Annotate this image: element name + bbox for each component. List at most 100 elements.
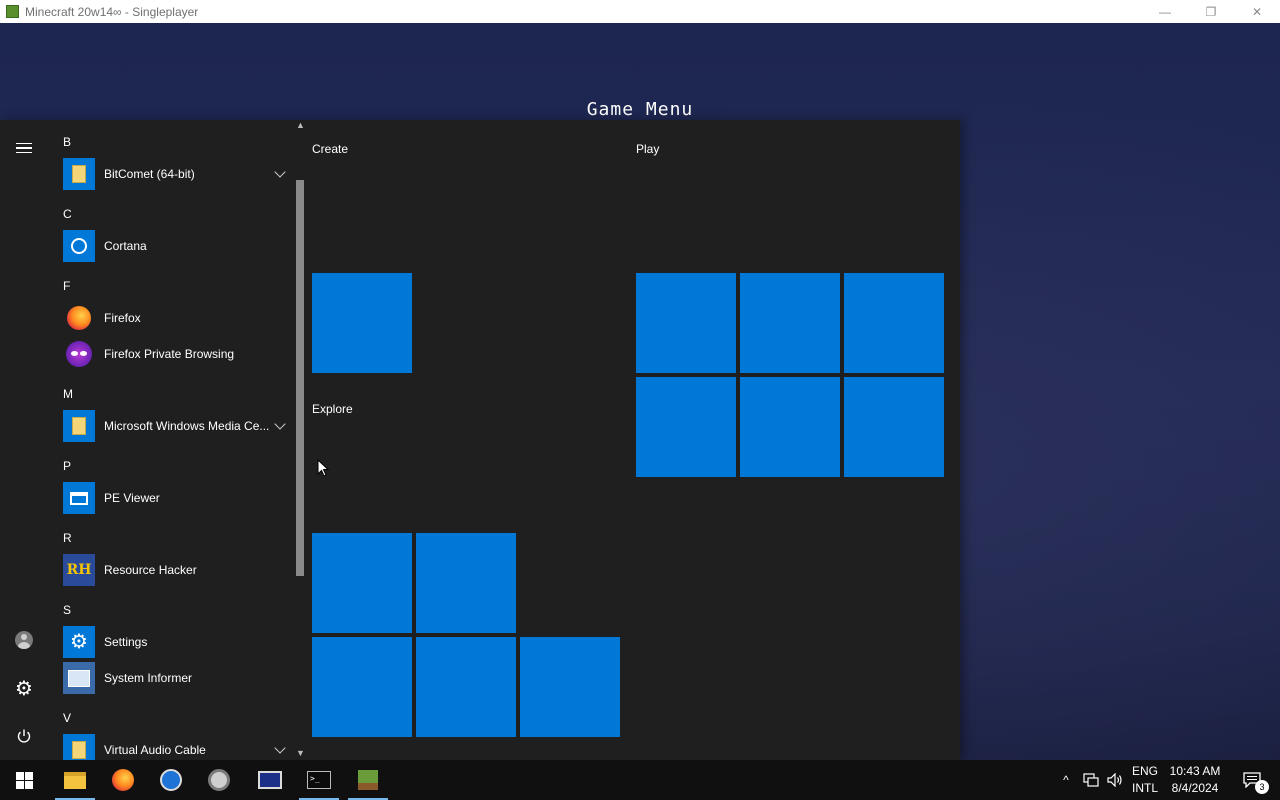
app-firefox[interactable]: Firefox — [63, 301, 294, 335]
tray-overflow-chevron-icon[interactable]: ^ — [1056, 760, 1076, 800]
tile[interactable] — [416, 533, 516, 633]
app-virtual-audio-cable[interactable]: Virtual Audio Cable — [63, 733, 294, 760]
start-menu: ⚙ B BitComet (64-bit) C Cortana F Firefo… — [0, 120, 960, 760]
taskbar-clock[interactable]: 10:43 AM 8/4/2024 — [1166, 760, 1224, 800]
mouse-cursor-icon — [317, 459, 329, 477]
taskbar-terminal[interactable]: >_ — [295, 760, 343, 800]
app-label: Microsoft Windows Media Ce... — [104, 419, 270, 433]
letter-header-c[interactable]: C — [63, 207, 72, 221]
tile[interactable] — [520, 637, 620, 737]
resource-hacker-icon: RH — [63, 554, 95, 586]
taskbar: >_ ^ ENG INTL 10:43 AM 8/4/2024 3 — [0, 760, 1280, 800]
taskbar-film-reel[interactable] — [195, 760, 243, 800]
folder-icon — [64, 771, 86, 789]
taskbar-media-player[interactable] — [147, 760, 195, 800]
folder-icon — [63, 410, 95, 442]
tile[interactable] — [740, 273, 840, 373]
game-menu-title: Game Menu — [586, 99, 694, 120]
app-cortana[interactable]: Cortana — [63, 229, 294, 263]
tile[interactable] — [312, 637, 412, 737]
tile[interactable] — [740, 377, 840, 477]
letter-header-v[interactable]: V — [63, 711, 71, 725]
app-pe-viewer[interactable]: PE Viewer — [63, 481, 294, 515]
close-button[interactable]: ✕ — [1234, 0, 1280, 23]
folder-icon — [63, 158, 95, 190]
chevron-down-icon[interactable] — [274, 166, 286, 178]
app-system-informer[interactable]: System Informer — [63, 661, 294, 695]
app-label: PE Viewer — [104, 491, 160, 505]
restore-button[interactable]: ❐ — [1188, 0, 1234, 23]
gear-icon[interactable]: ⚙ — [0, 668, 48, 708]
windows-logo-icon — [15, 771, 33, 789]
chevron-down-icon[interactable] — [274, 742, 286, 754]
minecraft-app-icon — [6, 5, 19, 18]
chevron-down-icon[interactable] — [274, 418, 286, 430]
terminal-icon: >_ — [307, 771, 331, 789]
letter-header-b[interactable]: B — [63, 135, 71, 149]
app-resource-hacker[interactable]: RH Resource Hacker — [63, 553, 294, 587]
resource-hacker-icon — [258, 771, 282, 789]
minimize-button[interactable]: — — [1142, 0, 1188, 23]
window-titlebar: Minecraft 20w14∞ - Singleplayer — ❐ ✕ — [0, 0, 1280, 24]
app-label: Settings — [104, 635, 148, 649]
clock-time: 10:43 AM — [1169, 764, 1221, 778]
clock-date: 8/4/2024 — [1171, 781, 1219, 795]
letter-header-r[interactable]: R — [63, 531, 72, 545]
media-player-icon — [160, 769, 182, 791]
app-media-center[interactable]: Microsoft Windows Media Ce... — [63, 409, 294, 443]
tile[interactable] — [312, 533, 412, 633]
hamburger-icon[interactable] — [0, 128, 48, 168]
app-label: System Informer — [104, 671, 193, 685]
tile[interactable] — [636, 273, 736, 373]
input-language-indicator[interactable]: ENG INTL — [1128, 760, 1162, 800]
language-code: ENG — [1131, 764, 1158, 778]
taskbar-minecraft[interactable] — [344, 760, 392, 800]
letter-header-s[interactable]: S — [63, 603, 71, 617]
scroll-thumb[interactable] — [296, 180, 304, 576]
letter-header-f[interactable]: F — [63, 279, 70, 293]
system-informer-icon — [63, 662, 95, 694]
tile[interactable] — [844, 273, 944, 373]
tile[interactable] — [312, 273, 412, 373]
app-bitcomet[interactable]: BitComet (64-bit) — [63, 157, 294, 191]
volume-icon[interactable] — [1104, 760, 1126, 800]
window-icon — [63, 482, 95, 514]
scroll-down-arrow-icon[interactable]: ▼ — [296, 749, 305, 758]
notification-count-badge: 3 — [1255, 780, 1269, 794]
group-label-explore[interactable]: Explore — [312, 402, 353, 416]
keyboard-layout: INTL — [1131, 781, 1158, 795]
taskbar-file-explorer[interactable] — [51, 760, 99, 800]
minecraft-icon — [358, 770, 378, 790]
film-reel-icon — [208, 769, 230, 791]
cortana-icon — [63, 230, 95, 262]
gear-icon: ⚙ — [63, 626, 95, 658]
app-label: Virtual Audio Cable — [104, 743, 206, 757]
firefox-private-icon — [63, 338, 95, 370]
app-label: Firefox Private Browsing — [104, 347, 235, 361]
avatar-icon[interactable] — [0, 620, 48, 660]
letter-header-p[interactable]: P — [63, 459, 71, 473]
app-label: Firefox — [104, 311, 141, 325]
folder-icon — [63, 734, 95, 760]
letter-header-m[interactable]: M — [63, 387, 73, 401]
app-label: BitComet (64-bit) — [104, 167, 195, 181]
app-settings[interactable]: ⚙ Settings — [63, 625, 294, 659]
action-center-button[interactable]: 3 — [1232, 760, 1272, 800]
app-list[interactable]: B BitComet (64-bit) C Cortana F Firefox … — [48, 120, 294, 760]
group-label-play[interactable]: Play — [636, 142, 659, 156]
taskbar-firefox[interactable] — [99, 760, 147, 800]
group-label-create[interactable]: Create — [312, 142, 348, 156]
tile[interactable] — [416, 637, 516, 737]
power-icon[interactable] — [0, 716, 48, 756]
app-firefox-private[interactable]: Firefox Private Browsing — [63, 337, 294, 371]
tile[interactable] — [844, 377, 944, 477]
start-button[interactable] — [0, 760, 48, 800]
network-icon[interactable] — [1080, 760, 1102, 800]
scroll-up-arrow-icon[interactable]: ▲ — [296, 121, 305, 130]
taskbar-resource-hacker[interactable] — [246, 760, 294, 800]
app-list-scrollbar[interactable]: ▲ ▼ — [294, 120, 306, 760]
app-label: Resource Hacker — [104, 563, 197, 577]
window-title: Minecraft 20w14∞ - Singleplayer — [25, 4, 199, 19]
tile[interactable] — [636, 377, 736, 477]
app-label: Cortana — [104, 239, 147, 253]
